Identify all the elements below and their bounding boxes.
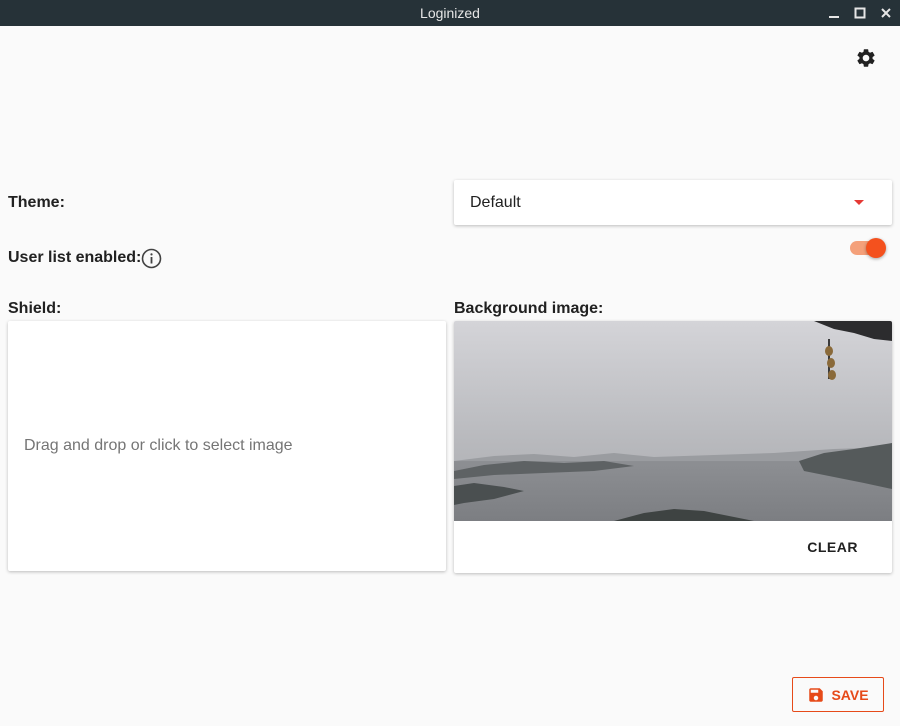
theme-label: Theme: <box>8 194 65 211</box>
toggle-thumb <box>866 238 886 258</box>
theme-selected-value: Default <box>470 193 521 211</box>
gear-icon[interactable] <box>853 45 879 71</box>
theme-select[interactable]: Default <box>454 180 892 225</box>
window-title: Loginized <box>420 5 480 21</box>
floppy-disk-icon <box>809 687 824 702</box>
minimize-icon[interactable] <box>826 5 842 21</box>
close-icon[interactable] <box>878 5 894 21</box>
user-list-toggle[interactable] <box>850 238 886 258</box>
maximize-icon[interactable] <box>852 5 868 21</box>
window-controls <box>826 0 894 26</box>
background-image-label: Background image: <box>454 300 604 317</box>
clear-button[interactable]: CLEAR <box>793 533 872 561</box>
user-list-label: User list enabled: <box>8 249 142 266</box>
shield-label: Shield: <box>8 300 62 317</box>
shield-dropzone[interactable]: Drag and drop or click to select image <box>8 321 446 571</box>
save-label: SAVE <box>831 686 869 703</box>
info-icon[interactable] <box>141 248 162 269</box>
dropdown-arrow-icon <box>854 200 864 205</box>
background-image-card: CLEAR <box>454 321 892 573</box>
background-image-preview <box>454 321 892 521</box>
shield-placeholder: Drag and drop or click to select image <box>24 437 293 454</box>
save-button[interactable]: SAVE <box>792 677 884 712</box>
title-bar: Loginized <box>0 0 900 26</box>
